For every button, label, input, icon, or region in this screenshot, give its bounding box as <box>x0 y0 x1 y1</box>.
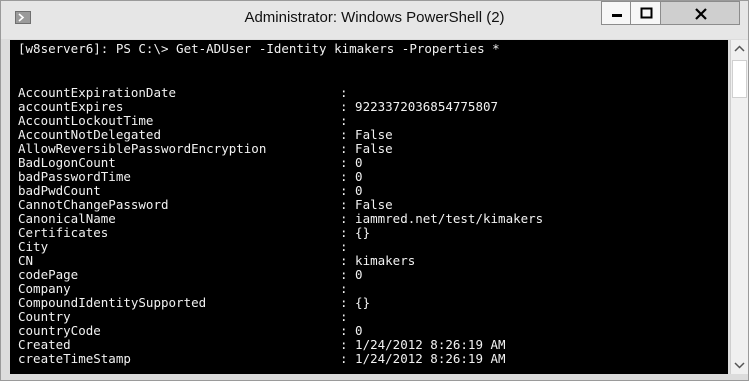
scroll-thumb[interactable] <box>732 60 747 98</box>
minimize-icon <box>612 14 622 17</box>
powershell-window: Administrator: Windows PowerShell (2) [w… <box>0 0 749 381</box>
close-button[interactable] <box>660 1 740 25</box>
property-value: : <box>340 281 348 296</box>
property-name: CanonicalName <box>18 211 116 226</box>
vertical-scrollbar[interactable] <box>730 40 748 374</box>
close-icon <box>695 8 707 20</box>
property-value: : {} <box>340 225 371 240</box>
prompt-line: [w8server6]: PS C:\> Get-ADUser -Identit… <box>18 41 500 56</box>
property-name: Certificates <box>18 225 109 240</box>
property-value: : <box>340 239 348 254</box>
property-value: : 1/24/2012 8:26:19 AM <box>340 351 506 366</box>
property-value: : <box>340 309 348 324</box>
property-value: : 0 <box>340 183 363 198</box>
property-name: Country <box>18 309 71 324</box>
property-value: : 0 <box>340 155 363 170</box>
property-value: : {} <box>340 295 371 310</box>
property-name: Created <box>18 337 71 352</box>
property-value: : 0 <box>340 267 363 282</box>
property-value: : 9223372036854775807 <box>340 99 499 114</box>
property-value: : 1/24/2012 8:26:19 AM <box>340 337 506 352</box>
property-name: CompoundIdentitySupported <box>18 295 207 310</box>
property-name: BadLogonCount <box>18 155 116 170</box>
property-name: countryCode <box>18 323 101 338</box>
property-name: AccountNotDelegated <box>18 127 161 142</box>
console-output[interactable]: [w8server6]: PS C:\> Get-ADUser -Identit… <box>10 40 728 374</box>
title-bar[interactable]: Administrator: Windows PowerShell (2) <box>1 1 748 39</box>
scroll-up-arrow-icon[interactable] <box>731 42 748 56</box>
property-name: AccountLockoutTime <box>18 113 154 128</box>
property-name: badPwdCount <box>18 183 101 198</box>
scroll-down-arrow-icon[interactable] <box>731 358 748 372</box>
property-name: City <box>18 239 49 254</box>
property-value: : <box>340 113 348 128</box>
property-name: AllowReversiblePasswordEncryption <box>18 141 267 156</box>
property-name: badPasswordTime <box>18 169 131 184</box>
property-value: : False <box>340 127 393 142</box>
property-value: : False <box>340 141 393 156</box>
property-name: accountExpires <box>18 99 124 114</box>
property-value: : <box>340 85 348 100</box>
property-value: : kimakers <box>340 253 416 268</box>
property-value: : 0 <box>340 169 363 184</box>
property-value: : 0 <box>340 323 363 338</box>
property-value: : False <box>340 197 393 212</box>
property-name: CN <box>18 253 34 268</box>
property-value: : iammred.net/test/kimakers <box>340 211 544 226</box>
maximize-icon <box>640 7 653 19</box>
property-name: CannotChangePassword <box>18 197 169 212</box>
maximize-button[interactable] <box>630 1 661 25</box>
property-name: codePage <box>18 267 79 282</box>
property-name: AccountExpirationDate <box>18 85 177 100</box>
property-name: createTimeStamp <box>18 351 131 366</box>
window-bottom-border <box>1 374 748 380</box>
minimize-button[interactable] <box>601 1 631 25</box>
property-name: Company <box>18 281 71 296</box>
